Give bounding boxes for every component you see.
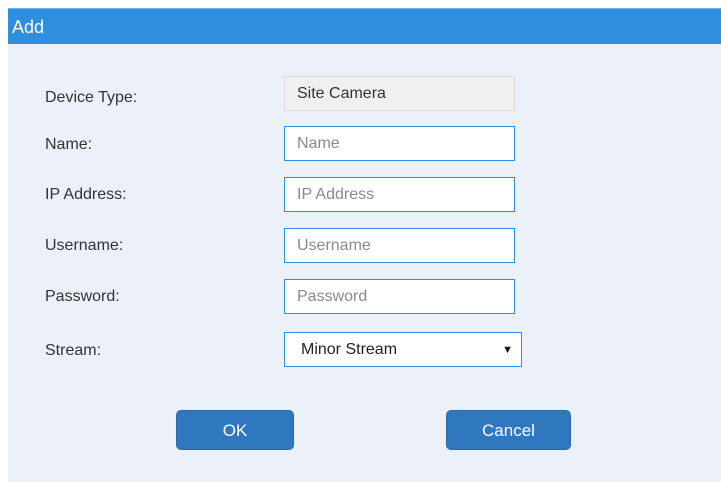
password-input[interactable] bbox=[284, 279, 515, 314]
password-label: Password: bbox=[45, 288, 120, 305]
ip-address-input[interactable] bbox=[284, 177, 515, 212]
dialog-title: Add bbox=[12, 17, 45, 37]
ok-button[interactable]: OK bbox=[176, 410, 294, 450]
stream-label: Stream: bbox=[45, 342, 102, 359]
device-type-label: Device Type: bbox=[45, 89, 138, 106]
device-type-value: Site Camera bbox=[284, 76, 515, 111]
username-input[interactable] bbox=[284, 228, 515, 263]
add-device-dialog: Add Device Type: Site Camera Name: IP Ad… bbox=[8, 8, 721, 482]
name-input[interactable] bbox=[284, 126, 515, 161]
username-label: Username: bbox=[45, 237, 124, 254]
name-label: Name: bbox=[45, 136, 93, 153]
dropdown-arrow-icon: ▼ bbox=[502, 344, 513, 356]
ip-address-label: IP Address: bbox=[45, 186, 127, 203]
cancel-button[interactable]: Cancel bbox=[446, 410, 571, 450]
stream-selected-value: Minor Stream bbox=[301, 341, 398, 358]
stream-select[interactable]: Minor Stream ▼ bbox=[284, 332, 522, 367]
page-top-strip bbox=[0, 0, 721, 8]
dialog-titlebar: Add bbox=[8, 8, 721, 44]
